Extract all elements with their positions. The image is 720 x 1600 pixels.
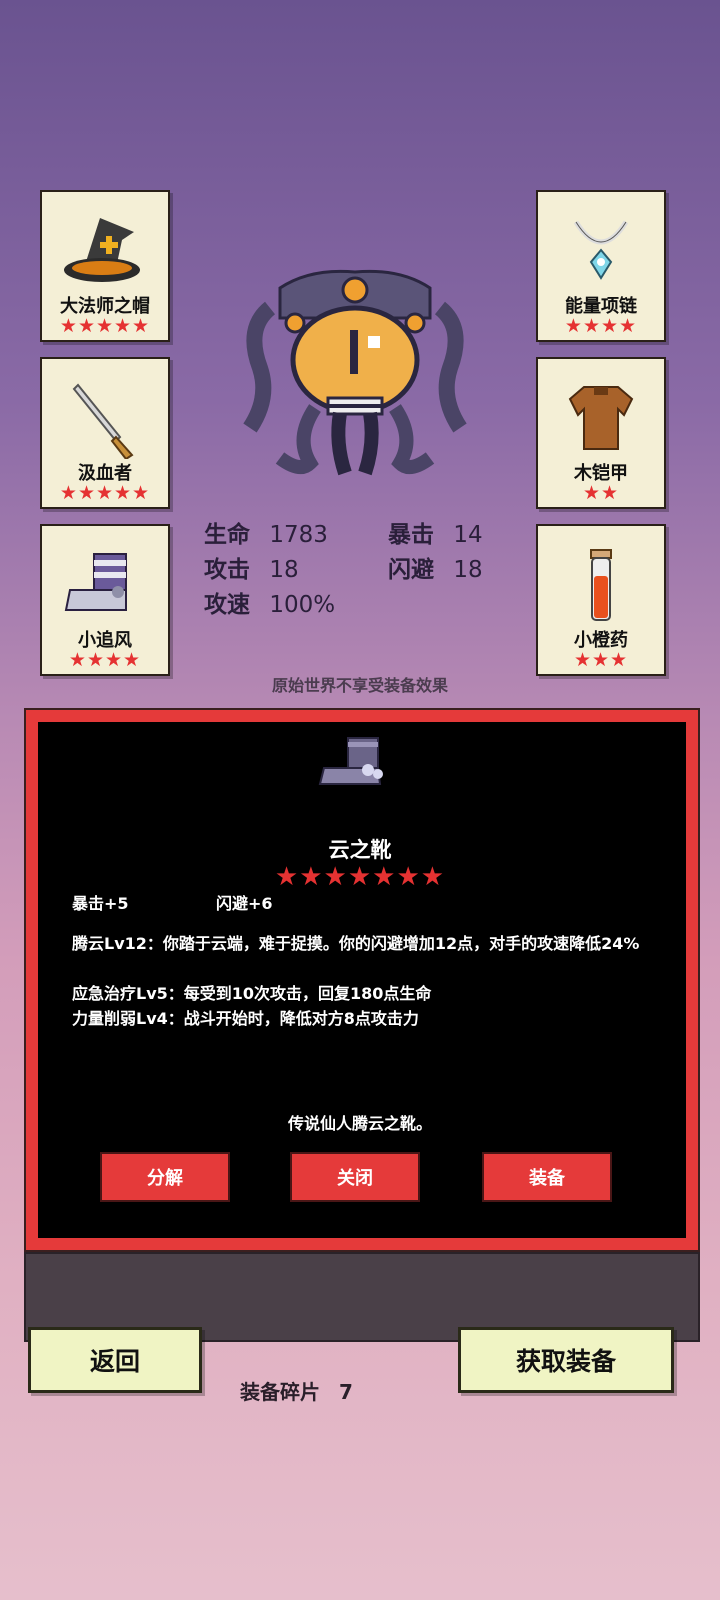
stat-speed: 攻速 100% (204, 585, 335, 619)
item-stat-crit: 暴击+5 (72, 894, 129, 913)
get-equipment-button[interactable]: 获取装备 (458, 1327, 674, 1393)
cloud-boot-icon (316, 734, 396, 794)
slot-stars: ★★ (582, 482, 620, 504)
stat-dodge-label: 闪避 (388, 557, 434, 583)
slot-boot[interactable]: 小追风 ★★★★ (40, 524, 170, 676)
stat-atk-value: 18 (269, 557, 299, 583)
back-button[interactable]: 返回 (28, 1327, 202, 1393)
stat-hp-value: 1783 (269, 522, 328, 548)
wizard-hat-icon (42, 206, 168, 298)
slot-potion[interactable]: 小橙药 ★★★ (536, 524, 666, 676)
character-avatar (240, 268, 470, 483)
stat-hp-label: 生命 (204, 522, 250, 548)
equipment-note: 原始世界不享受装备效果 (271, 676, 448, 695)
stat-crit-label: 暴击 (388, 522, 434, 548)
item-name: 云之靴 (328, 838, 392, 862)
equip-button[interactable]: 装备 (482, 1152, 612, 1202)
stat-dodge-value: 18 (453, 557, 483, 583)
stat-speed-label: 攻速 (204, 592, 250, 618)
item-skill-2: 应急治疗Lv5：每受到10次攻击，回复180点生命 (72, 984, 432, 1003)
dagger-icon (42, 373, 168, 465)
stat-hp: 生命 1783 (204, 515, 328, 549)
item-stat-dodge: 闪避+6 (216, 894, 273, 913)
item-flavor-text: 传说仙人腾云之靴。 (287, 1114, 432, 1133)
potion-icon (538, 540, 664, 632)
slot-stars: ★★★★★ (59, 482, 151, 504)
slot-stars: ★★★★ (564, 315, 638, 337)
shards-count: 7 (338, 1380, 353, 1404)
slot-dagger[interactable]: 汲血者 ★★★★★ (40, 357, 170, 509)
stat-crit: 暴击 14 (388, 515, 483, 549)
decompose-button[interactable]: 分解 (100, 1152, 230, 1202)
item-skill-1: 腾云Lv12：你踏于云端，难于捉摸。你的闪避增加12点，对手的攻速降低24% (72, 934, 640, 953)
slot-necklace[interactable]: 能量项链 ★★★★ (536, 190, 666, 342)
slot-wooden-armor[interactable]: 木铠甲 ★★ (536, 357, 666, 509)
stat-atk-label: 攻击 (204, 557, 250, 583)
necklace-icon (538, 206, 664, 298)
item-stars: ★★★★★★★ (274, 862, 446, 892)
close-button[interactable]: 关闭 (290, 1152, 420, 1202)
item-skill-3: 力量削弱Lv4：战斗开始时，降低对方8点攻击力 (72, 1009, 419, 1028)
stat-crit-value: 14 (453, 522, 483, 548)
shards-label: 装备碎片 (240, 1380, 320, 1404)
slot-stars: ★★★★ (68, 649, 142, 671)
slot-stars: ★★★★★ (59, 315, 151, 337)
slot-stars: ★★★ (573, 649, 629, 671)
stat-speed-value: 100% (269, 592, 336, 618)
stat-dodge: 闪避 18 (388, 550, 483, 584)
stat-atk: 攻击 18 (204, 550, 299, 584)
equipment-shards: 装备碎片 7 (240, 1376, 353, 1405)
wooden-armor-icon (538, 373, 664, 465)
slot-wizard-hat[interactable]: 大法师之帽 ★★★★★ (40, 190, 170, 342)
boot-icon (42, 540, 168, 632)
